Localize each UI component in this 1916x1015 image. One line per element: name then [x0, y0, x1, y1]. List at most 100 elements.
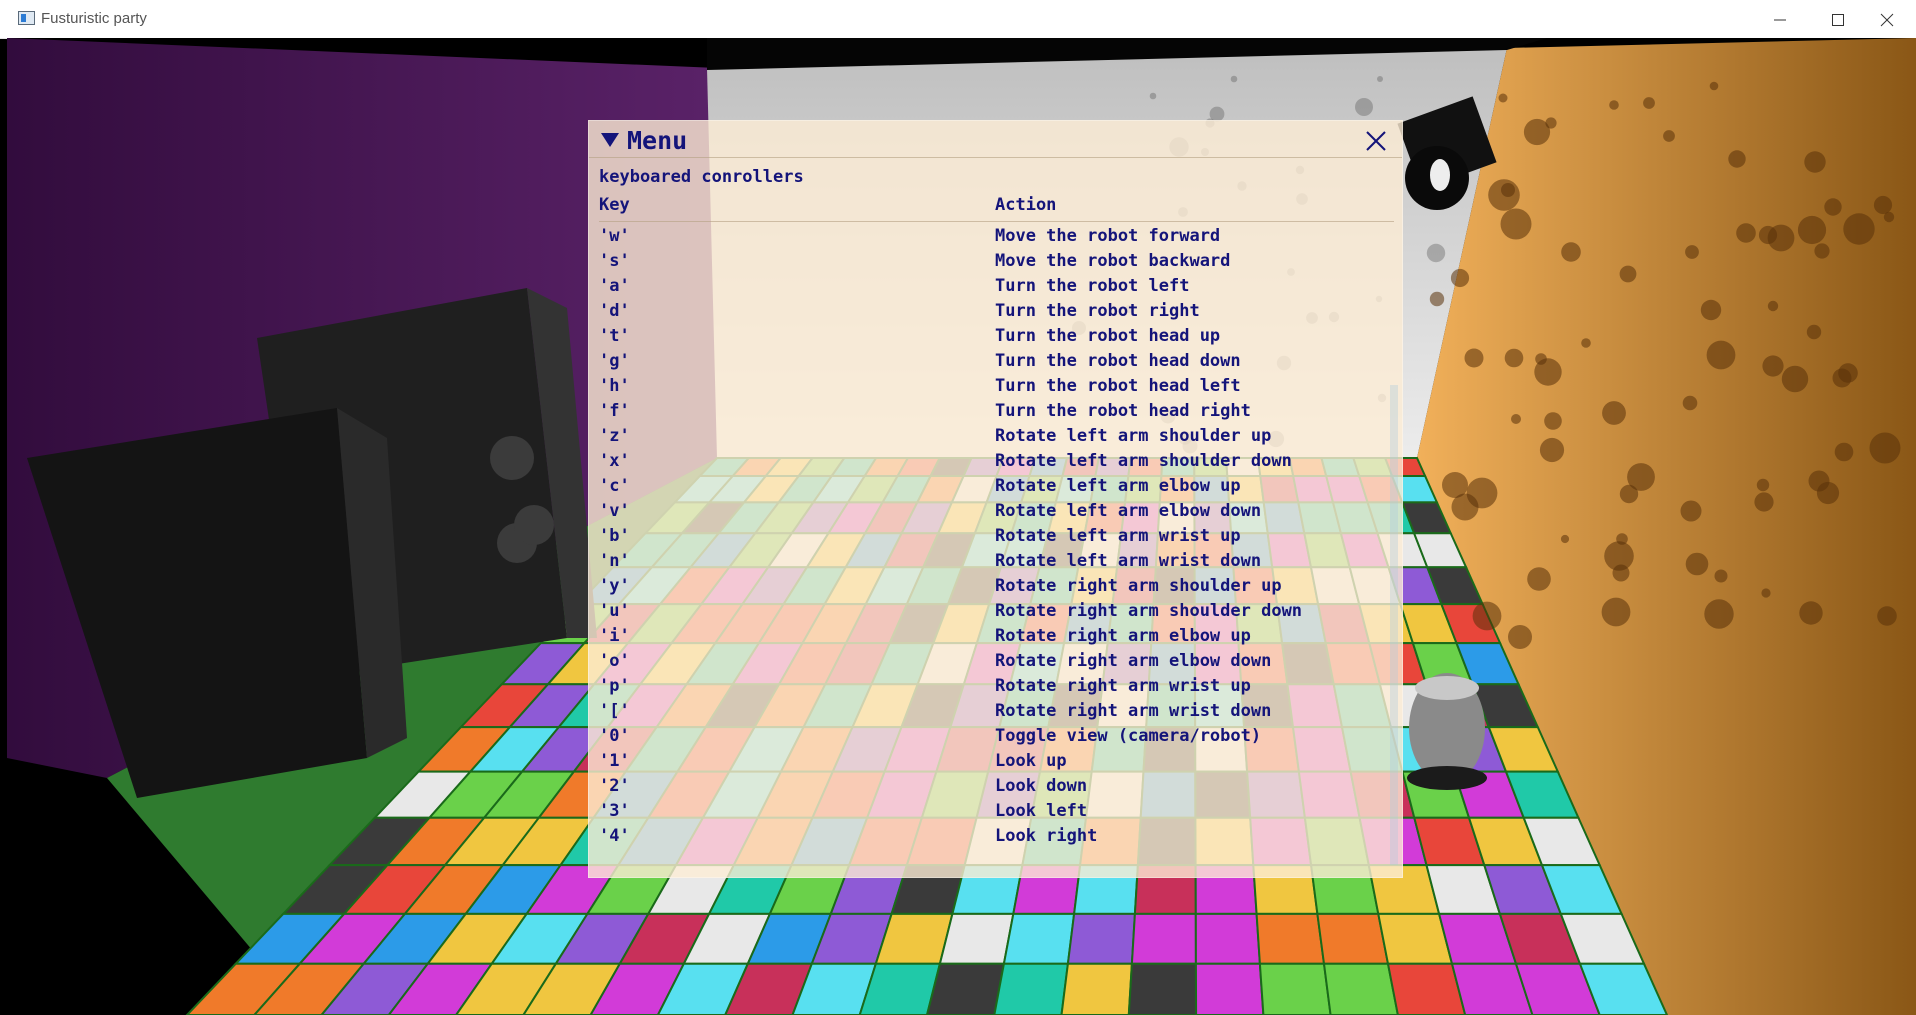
- floor-tile: [1060, 962, 1133, 1015]
- bubble: [1508, 625, 1532, 649]
- key-cell: 'a': [599, 276, 630, 296]
- bubble: [1377, 76, 1383, 82]
- action-cell: Move the robot backward: [995, 251, 1231, 271]
- title-bar: Fusturistic party: [0, 0, 1916, 39]
- floor-tile: [1194, 912, 1261, 965]
- bubble: [1799, 601, 1823, 625]
- app-icon: [18, 11, 35, 25]
- key-cell: 'o': [599, 651, 630, 671]
- key-cell: 'n': [599, 551, 630, 571]
- bubble: [1426, 243, 1446, 263]
- action-cell: Move the robot forward: [995, 226, 1221, 246]
- minimize-button[interactable]: [1751, 0, 1809, 38]
- key-cell: 'd': [599, 301, 630, 321]
- table-header: Key Action: [599, 193, 1394, 222]
- key-cell: 'g': [599, 351, 630, 371]
- bubble: [1619, 484, 1639, 504]
- action-cell: Look down: [995, 776, 1088, 796]
- key-cell: '[': [599, 701, 630, 721]
- bubble: [1808, 470, 1830, 492]
- action-cell: Rotate right arm shoulder up: [995, 576, 1282, 596]
- table-row: 't' Turn the robot head up: [599, 324, 1394, 349]
- table-row: 'b' Rotate left arm wrist up: [599, 524, 1394, 549]
- action-cell: Look left: [995, 801, 1088, 821]
- key-cell: 'y': [599, 576, 630, 596]
- menu-header[interactable]: Menu: [589, 121, 1402, 158]
- bubble: [1804, 151, 1826, 173]
- column-header-key: Key: [599, 195, 630, 215]
- table-row: '[' Rotate right arm wrist down: [599, 699, 1394, 724]
- key-cell: 'i': [599, 626, 630, 646]
- key-cell: 'f': [599, 401, 630, 421]
- key-cell: 'h': [599, 376, 630, 396]
- bubble: [1498, 93, 1508, 103]
- bubble: [1472, 601, 1502, 631]
- bubble: [1700, 299, 1722, 321]
- table-row: 'n' Rotate left arm wrist down: [599, 549, 1394, 574]
- key-cell: 'b': [599, 526, 630, 546]
- bubble: [1488, 179, 1520, 211]
- bubble: [1561, 242, 1581, 262]
- bubble: [1682, 395, 1698, 411]
- action-cell: Rotate left arm shoulder up: [995, 426, 1272, 446]
- floor-tile: [1066, 912, 1136, 965]
- floor-tile: [1322, 962, 1399, 1015]
- table-row: 'h' Turn the robot head left: [599, 374, 1394, 399]
- table-row: 'g' Turn the robot head down: [599, 349, 1394, 374]
- bubble: [1762, 355, 1784, 377]
- key-cell: 'z': [599, 426, 630, 446]
- bubble: [1544, 412, 1562, 430]
- key-cell: '3': [599, 801, 630, 821]
- table-row: '3' Look left: [599, 799, 1394, 824]
- bubble: [1230, 75, 1238, 83]
- table-row: 'u' Rotate right arm shoulder down: [599, 599, 1394, 624]
- action-cell: Rotate left arm elbow down: [995, 501, 1262, 521]
- table-row: 'v' Rotate left arm elbow down: [599, 499, 1394, 524]
- bubble: [1797, 215, 1827, 245]
- bubble: [1149, 92, 1157, 100]
- menu-window[interactable]: Menu keyboared conrollers Key Action 'w'…: [588, 120, 1403, 878]
- column-header-action: Action: [995, 195, 1057, 215]
- minimize-icon: [1774, 19, 1786, 21]
- controls-table: Key Action 'w' Move the robot forward 's' M…: [599, 193, 1394, 849]
- section-label: keyboared conrollers: [599, 167, 804, 187]
- table-row: 'd' Turn the robot right: [599, 299, 1394, 324]
- bubble: [1758, 225, 1778, 245]
- key-cell: 'c': [599, 476, 630, 496]
- table-row: '2' Look down: [599, 774, 1394, 799]
- bubble: [1619, 265, 1637, 283]
- close-window-button[interactable]: [1858, 0, 1916, 38]
- action-cell: Turn the robot head up: [995, 326, 1221, 346]
- bubble: [1843, 213, 1875, 245]
- table-row: 'x' Rotate left arm shoulder down: [599, 449, 1394, 474]
- bubble: [1814, 243, 1830, 259]
- table-row: 'f' Turn the robot head right: [599, 399, 1394, 424]
- action-cell: Rotate right arm elbow down: [995, 651, 1272, 671]
- bubble: [1602, 401, 1626, 425]
- floor-tile: [925, 962, 1006, 1015]
- bubble: [1873, 195, 1893, 215]
- bubble: [1704, 599, 1734, 629]
- triangle-down-icon[interactable]: [601, 132, 619, 148]
- action-cell: Turn the robot left: [995, 276, 1190, 296]
- bubble: [1706, 340, 1736, 370]
- bubble: [1869, 432, 1901, 464]
- bubble: [1560, 534, 1570, 544]
- close-icon[interactable]: [1364, 129, 1388, 153]
- bubble: [1539, 437, 1565, 463]
- scrollbar[interactable]: [1390, 385, 1398, 865]
- bubble: [1527, 567, 1551, 591]
- bubble: [1601, 597, 1631, 627]
- table-row: 'w' Move the robot forward: [599, 224, 1394, 249]
- table-row: 'p' Rotate right arm wrist up: [599, 674, 1394, 699]
- action-cell: Rotate left arm wrist up: [995, 526, 1241, 546]
- action-cell: Toggle view (camera/robot): [995, 726, 1262, 746]
- key-cell: '2': [599, 776, 630, 796]
- bubble: [1500, 208, 1532, 240]
- action-cell: Turn the robot right: [995, 301, 1200, 321]
- bubble: [1429, 291, 1445, 307]
- action-cell: Look right: [995, 826, 1098, 846]
- bubble: [1756, 478, 1770, 492]
- robot-figure: [1407, 673, 1487, 790]
- table-row: 'a' Turn the robot left: [599, 274, 1394, 299]
